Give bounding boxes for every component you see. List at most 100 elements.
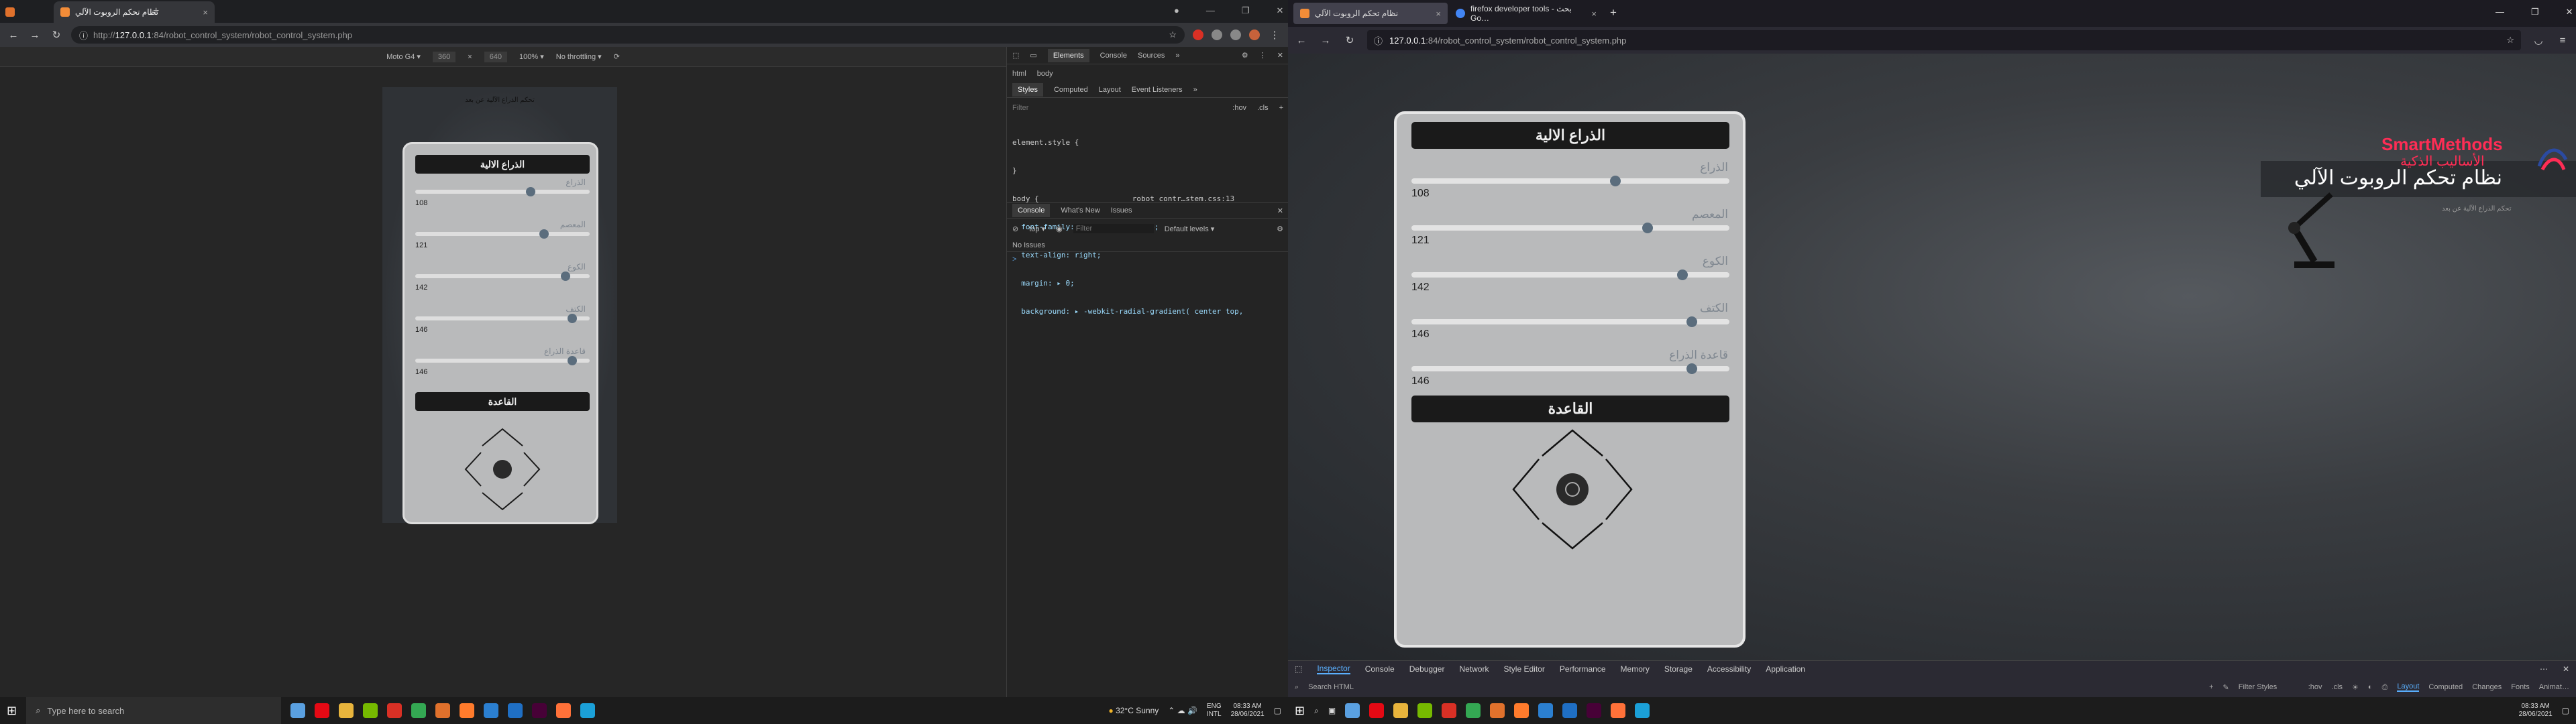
tab-robot-control[interactable]: نظام تحكم الروبوت الآلي ×: [54, 1, 215, 23]
eye-icon[interactable]: ◉: [1056, 225, 1063, 233]
cls-toggle[interactable]: .cls: [2332, 683, 2343, 691]
pocket-icon[interactable]: ◡: [2532, 34, 2545, 46]
tab-elements[interactable]: Elements: [1047, 48, 1089, 62]
minimize-button[interactable]: —: [1206, 5, 1215, 16]
tab-application[interactable]: Application: [1766, 664, 1805, 674]
tab-more[interactable]: »: [1175, 52, 1179, 60]
back-button[interactable]: ←: [1295, 35, 1308, 46]
height-input[interactable]: 640: [484, 51, 508, 62]
search-icon[interactable]: ⌕: [1314, 706, 1319, 716]
mobile-base-button[interactable]: القاعدة: [415, 392, 590, 411]
brave-icon[interactable]: [1490, 703, 1505, 718]
slider-track[interactable]: [1411, 223, 1729, 233]
back-button[interactable]: ←: [7, 29, 20, 41]
cls-toggle[interactable]: .cls: [1257, 104, 1269, 112]
windows-start-icon[interactable]: ⊞: [1295, 704, 1305, 718]
bookmark-star-icon[interactable]: ☆: [1169, 29, 1177, 40]
tab-inspector[interactable]: Inspector: [1317, 664, 1350, 674]
zoom-select[interactable]: 100% ▾: [519, 52, 544, 61]
rotate-icon[interactable]: ⟳: [614, 52, 620, 61]
minimize-button[interactable]: —: [2496, 7, 2504, 17]
hamburger-menu-icon[interactable]: ≡: [2556, 35, 2569, 46]
slider-track[interactable]: [415, 314, 590, 323]
styles-filter-input[interactable]: Filter: [1012, 104, 1222, 112]
slider-track[interactable]: [1411, 316, 1729, 327]
close-window-button[interactable]: ✕: [2566, 7, 2573, 17]
xd-icon[interactable]: [532, 703, 547, 718]
extensions-puzzle-icon[interactable]: [1230, 29, 1241, 40]
taskbar-search[interactable]: ⌕ Type here to search: [26, 697, 282, 724]
slider-track[interactable]: [1411, 269, 1729, 280]
windows-start-icon[interactable]: ⊞: [7, 704, 17, 718]
reload-button[interactable]: ↻: [50, 29, 63, 41]
tab-computed[interactable]: Computed: [2428, 683, 2463, 691]
notification-icon[interactable]: ▢: [1274, 706, 1281, 715]
new-tab-button[interactable]: +: [153, 5, 159, 17]
width-input[interactable]: 360: [432, 51, 456, 62]
netflix-icon[interactable]: [315, 703, 330, 718]
chat-icon[interactable]: [290, 703, 306, 718]
device-toggle-icon[interactable]: ▭: [1030, 51, 1036, 60]
devtools-menu-icon[interactable]: ⋮: [1259, 51, 1267, 60]
firefox-icon[interactable]: [1611, 703, 1626, 718]
notification-icon[interactable]: ▢: [2562, 706, 2569, 715]
address-bar[interactable]: ⓘ http://127.0.0.1:84/robot_control_syst…: [71, 26, 1185, 44]
power-button-icon[interactable]: [1556, 473, 1589, 505]
slider-thumb[interactable]: [568, 356, 577, 365]
slider-thumb[interactable]: [1686, 363, 1698, 374]
right-arrow-icon[interactable]: [1605, 459, 1633, 520]
tab-network[interactable]: Network: [1459, 664, 1489, 674]
hov-toggle[interactable]: :hov: [1232, 104, 1246, 112]
slider-thumb[interactable]: [539, 229, 549, 239]
close-window-button[interactable]: ✕: [1277, 5, 1284, 16]
bookmark-star-icon[interactable]: ☆: [2506, 35, 2514, 46]
light-theme-icon[interactable]: ☀: [2352, 683, 2359, 692]
console-prompt[interactable]: >: [1007, 253, 1289, 265]
slider-track[interactable]: [415, 356, 590, 365]
tab-storage[interactable]: Storage: [1664, 664, 1693, 674]
up-arrow-icon[interactable]: [482, 428, 523, 446]
adblock-icon[interactable]: [1193, 29, 1203, 40]
tab-style-editor[interactable]: Style Editor: [1503, 664, 1544, 674]
tab-fonts[interactable]: Fonts: [2511, 683, 2530, 691]
tab-performance[interactable]: Performance: [1560, 664, 1606, 674]
console-filter-input[interactable]: Filter: [1073, 224, 1154, 233]
new-rule-button[interactable]: +: [1279, 104, 1283, 112]
eyedropper-icon[interactable]: ✎: [2223, 683, 2229, 692]
tab-changes[interactable]: Changes: [2472, 683, 2502, 691]
clock[interactable]: 08:33 AM 28/06/2021: [2519, 703, 2553, 719]
photos-icon[interactable]: [508, 703, 523, 718]
tab-search-icon[interactable]: [5, 1, 19, 23]
slider-track[interactable]: [415, 272, 590, 281]
ff-tab-robot-control[interactable]: نظام تحكم الروبوت الآلي ×: [1293, 3, 1448, 24]
firefox-icon[interactable]: [556, 703, 572, 718]
tab-sources[interactable]: Sources: [1138, 52, 1165, 60]
ff-new-tab-button[interactable]: +: [1610, 6, 1617, 19]
vscode-icon[interactable]: [1538, 703, 1554, 718]
tab-computed[interactable]: Computed: [1054, 86, 1088, 94]
power-button-icon[interactable]: [493, 460, 512, 479]
context-select[interactable]: top ▾: [1029, 225, 1045, 233]
chat-icon[interactable]: [1345, 703, 1360, 718]
breadcrumb-html[interactable]: html: [1012, 70, 1026, 78]
mobile-direction-pad[interactable]: [462, 426, 543, 513]
drawer-close-icon[interactable]: ✕: [1277, 206, 1283, 215]
opera-icon[interactable]: [1442, 703, 1457, 718]
picker-icon[interactable]: ⬚: [1295, 664, 1302, 674]
up-arrow-icon[interactable]: [1542, 429, 1603, 457]
tab-animations[interactable]: Animat…: [2539, 683, 2569, 691]
photos-icon[interactable]: [1562, 703, 1578, 718]
weather[interactable]: ● 32°C Sunny: [1108, 706, 1159, 715]
edge-icon[interactable]: [580, 703, 596, 718]
extension-icon[interactable]: [1212, 29, 1222, 40]
language-indicator[interactable]: ENG INTL: [1207, 703, 1222, 719]
breadcrumb-body[interactable]: body: [1037, 70, 1053, 78]
brave-icon[interactable]: [435, 703, 451, 718]
slider-thumb[interactable]: [1686, 316, 1698, 327]
ff-tab-close-button[interactable]: ×: [1436, 9, 1441, 19]
left-arrow-icon[interactable]: [464, 452, 482, 487]
nvidia-icon[interactable]: [1417, 703, 1433, 718]
add-icon[interactable]: +: [2209, 683, 2213, 691]
reload-button[interactable]: ↻: [1343, 34, 1356, 46]
base-button[interactable]: القاعدة: [1411, 396, 1729, 422]
